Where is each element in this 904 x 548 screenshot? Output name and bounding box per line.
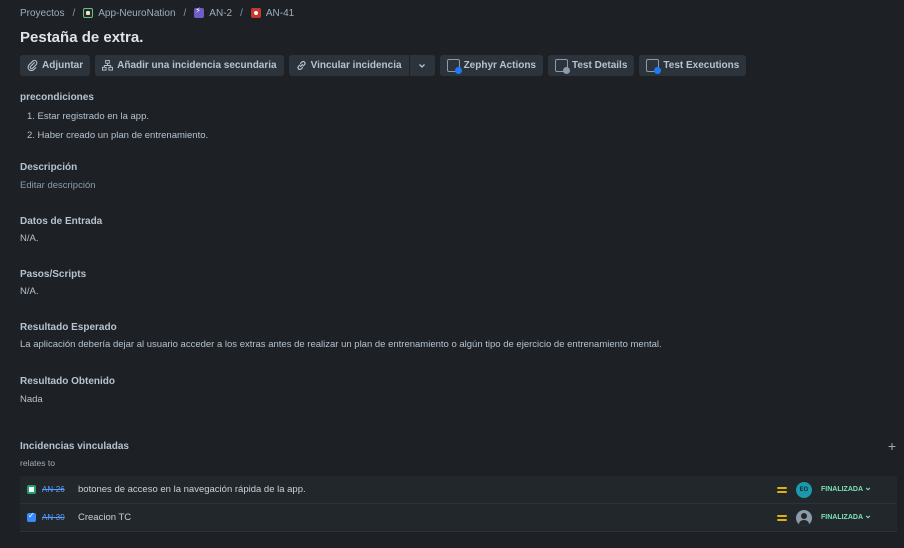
- link-issue-split-button: Vincular incidencia: [288, 55, 435, 76]
- zephyr-actions-button[interactable]: Zephyr Actions: [439, 55, 543, 76]
- chevron-down-icon: [865, 514, 871, 522]
- link-issue-button[interactable]: Vincular incidencia: [288, 55, 409, 76]
- priority-medium-icon: [777, 486, 787, 494]
- link-issue-dropdown[interactable]: [409, 55, 435, 76]
- breadcrumb-project[interactable]: App-NeuroNation: [83, 7, 176, 19]
- steps-value[interactable]: N/A.: [20, 286, 86, 297]
- breadcrumb-projects[interactable]: Proyectos: [20, 8, 64, 19]
- task-icon: [27, 511, 36, 522]
- linked-issues-header: Incidencias vinculadas +: [20, 438, 896, 454]
- preconditions-label: precondiciones: [20, 92, 94, 103]
- status-dropdown[interactable]: FINALIZADA: [821, 484, 871, 496]
- expected-result-field: Resultado Esperado La aplicación debería…: [20, 322, 662, 350]
- attach-label: Adjuntar: [42, 60, 84, 71]
- input-data-field: Datos de Entrada N/A.: [20, 216, 102, 244]
- paperclip-icon: [27, 60, 38, 71]
- link-icon: [296, 60, 307, 71]
- issue-toolbar: Adjuntar Añadir una incidencia secundari…: [20, 55, 747, 76]
- actual-result-field: Resultado Obtenido Nada: [20, 376, 115, 405]
- test-details-button[interactable]: Test Details: [548, 55, 635, 76]
- steps-label: Pasos/Scripts: [20, 269, 87, 280]
- linked-issue-row[interactable]: AN-30 Creacion TC FINALIZADA: [20, 504, 897, 532]
- steps-field: Pasos/Scripts N/A.: [20, 269, 86, 297]
- issue-summary[interactable]: botones de acceso en la navegación rápid…: [78, 484, 777, 495]
- story-icon: [27, 485, 36, 494]
- status-label: FINALIZADA: [821, 514, 863, 521]
- status-label: FINALIZADA: [821, 486, 863, 493]
- zephyr-actions-label: Zephyr Actions: [463, 60, 536, 71]
- test-executions-icon: [646, 59, 662, 74]
- test-details-icon: [555, 59, 570, 74]
- breadcrumb-separator: /: [72, 7, 76, 19]
- zephyr-icon: [446, 59, 462, 74]
- actual-result-value[interactable]: Nada: [20, 394, 115, 405]
- breadcrumb-issue-label: AN-41: [265, 7, 295, 19]
- breadcrumb-separator: /: [183, 7, 187, 19]
- link-issue-label: Vincular incidencia: [310, 60, 402, 71]
- linked-issues-label: Incidencias vinculadas: [20, 440, 129, 452]
- unassigned-avatar-icon[interactable]: [796, 509, 812, 526]
- breadcrumb-separator: /: [240, 7, 243, 19]
- expected-result-value[interactable]: La aplicación debería dejar al usuario a…: [20, 339, 662, 350]
- project-icon: [83, 8, 94, 18]
- input-data-label: Datos de Entrada: [20, 216, 103, 227]
- preconditions-list[interactable]: 1. Estar registrado en la app. 2. Haber …: [20, 107, 208, 145]
- hierarchy-icon: [102, 60, 114, 71]
- chevron-down-icon: [865, 486, 871, 494]
- issue-key-link[interactable]: AN-30: [42, 513, 66, 522]
- test-details-label: Test Details: [572, 60, 628, 71]
- list-item: 1. Estar registrado en la app.: [27, 111, 149, 122]
- breadcrumb-epic[interactable]: AN-2: [194, 6, 233, 19]
- page-title[interactable]: Pestaña de extra.: [20, 29, 143, 46]
- description-editor[interactable]: Editar descripción: [20, 180, 96, 191]
- test-executions-label: Test Executions: [663, 60, 740, 71]
- add-child-issue-button[interactable]: Añadir una incidencia secundaria: [95, 55, 284, 76]
- plus-icon[interactable]: +: [888, 438, 896, 454]
- linked-issue-row[interactable]: AN-26 botones de acceso en la navegación…: [20, 476, 897, 504]
- test-executions-button[interactable]: Test Executions: [639, 55, 747, 76]
- breadcrumb-epic-label: AN-2: [209, 7, 233, 19]
- description-field: Descripción Editar descripción: [20, 162, 96, 191]
- description-label: Descripción: [20, 162, 78, 173]
- status-dropdown[interactable]: FINALIZADA: [821, 512, 871, 524]
- issue-key-link[interactable]: AN-26: [42, 485, 66, 494]
- epic-icon: [194, 6, 205, 18]
- breadcrumb-project-label: App-NeuroNation: [98, 7, 176, 19]
- actual-result-label: Resultado Obtenido: [20, 376, 115, 387]
- priority-medium-icon: [777, 514, 787, 522]
- chevron-down-icon: [417, 60, 428, 71]
- add-child-label: Añadir una incidencia secundaria: [117, 60, 277, 71]
- relation-label: relates to: [20, 458, 55, 468]
- attach-button[interactable]: Adjuntar: [20, 55, 91, 76]
- input-data-value[interactable]: N/A.: [20, 233, 102, 244]
- breadcrumb-issue[interactable]: AN-41: [250, 7, 295, 19]
- breadcrumb: Proyectos / App-NeuroNation / AN-2 / AN-…: [20, 6, 294, 20]
- issue-summary[interactable]: Creacion TC: [78, 512, 777, 523]
- expected-result-label: Resultado Esperado: [20, 322, 117, 333]
- list-item: 2. Haber creado un plan de entrenamiento…: [27, 130, 209, 141]
- avatar[interactable]: EG: [796, 481, 812, 498]
- bug-icon: [250, 8, 261, 18]
- preconditions-field: precondiciones 1. Estar registrado en la…: [20, 92, 208, 145]
